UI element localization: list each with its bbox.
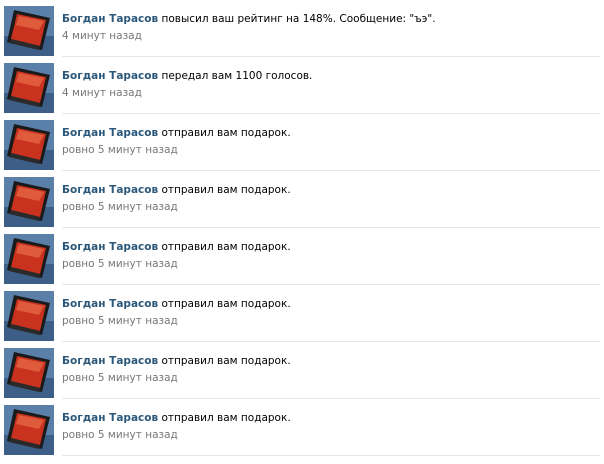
- notification-item: Богдан Тарасов отправил вам подарок. ров…: [0, 342, 604, 399]
- author-link[interactable]: Богдан Тарасов: [62, 70, 158, 82]
- notification-item: Богдан Тарасов передал вам 1100 голосов.…: [0, 57, 604, 114]
- notification-message: отправил вам подарок.: [158, 298, 291, 310]
- author-link[interactable]: Богдан Тарасов: [62, 241, 158, 253]
- notification-time: ровно 5 минут назад: [62, 201, 178, 213]
- notification-message: отправил вам подарок.: [158, 355, 291, 367]
- author-link[interactable]: Богдан Тарасов: [62, 13, 158, 25]
- notification-item: Богдан Тарасов отправил вам подарок. ров…: [0, 114, 604, 171]
- notification-text: Богдан Тарасов отправил вам подарок.: [62, 126, 598, 140]
- notification-item: Богдан Тарасов отправил вам подарок. ров…: [0, 399, 604, 456]
- notification-message: отправил вам подарок.: [158, 241, 291, 253]
- notification-message: передал вам 1100 голосов.: [158, 70, 313, 82]
- divider: [62, 455, 600, 456]
- author-link[interactable]: Богдан Тарасов: [62, 184, 158, 196]
- notification-text: Богдан Тарасов отправил вам подарок.: [62, 354, 598, 368]
- notification-item: Богдан Тарасов отправил вам подарок. ров…: [0, 171, 604, 228]
- author-link[interactable]: Богдан Тарасов: [62, 412, 158, 424]
- notification-text: Богдан Тарасов отправил вам подарок.: [62, 411, 598, 425]
- notification-time: ровно 5 минут назад: [62, 144, 178, 156]
- notification-feed: Богдан Тарасов повысил ваш рейтинг на 14…: [0, 0, 604, 464]
- notification-text: Богдан Тарасов отправил вам подарок.: [62, 297, 598, 311]
- notification-text: Богдан Тарасов передал вам 1100 голосов.: [62, 69, 598, 83]
- avatar[interactable]: [4, 63, 54, 113]
- avatar[interactable]: [4, 291, 54, 341]
- avatar[interactable]: [4, 348, 54, 398]
- notification-time: ровно 5 минут назад: [62, 372, 178, 384]
- notification-time: ровно 5 минут назад: [62, 315, 178, 327]
- notification-message: отправил вам подарок.: [158, 127, 291, 139]
- avatar[interactable]: [4, 120, 54, 170]
- notification-time: 4 минут назад: [62, 87, 142, 99]
- notification-message: повысил ваш рейтинг на 148%. Сообщение: …: [158, 13, 436, 25]
- notification-message: отправил вам подарок.: [158, 412, 291, 424]
- avatar[interactable]: [4, 6, 54, 56]
- avatar[interactable]: [4, 405, 54, 455]
- author-link[interactable]: Богдан Тарасов: [62, 127, 158, 139]
- notification-text: Богдан Тарасов повысил ваш рейтинг на 14…: [62, 12, 598, 26]
- avatar[interactable]: [4, 234, 54, 284]
- avatar[interactable]: [4, 177, 54, 227]
- author-link[interactable]: Богдан Тарасов: [62, 298, 158, 310]
- notification-item: Богдан Тарасов отправил вам подарок. ров…: [0, 285, 604, 342]
- notification-item: Богдан Тарасов повысил ваш рейтинг на 14…: [0, 0, 604, 57]
- notification-time: ровно 5 минут назад: [62, 429, 178, 441]
- notification-message: отправил вам подарок.: [158, 184, 291, 196]
- author-link[interactable]: Богдан Тарасов: [62, 355, 158, 367]
- notification-time: ровно 5 минут назад: [62, 258, 178, 270]
- notification-time: 4 минут назад: [62, 30, 142, 42]
- notification-text: Богдан Тарасов отправил вам подарок.: [62, 240, 598, 254]
- notification-text: Богдан Тарасов отправил вам подарок.: [62, 183, 598, 197]
- notification-item: Богдан Тарасов отправил вам подарок. ров…: [0, 228, 604, 285]
